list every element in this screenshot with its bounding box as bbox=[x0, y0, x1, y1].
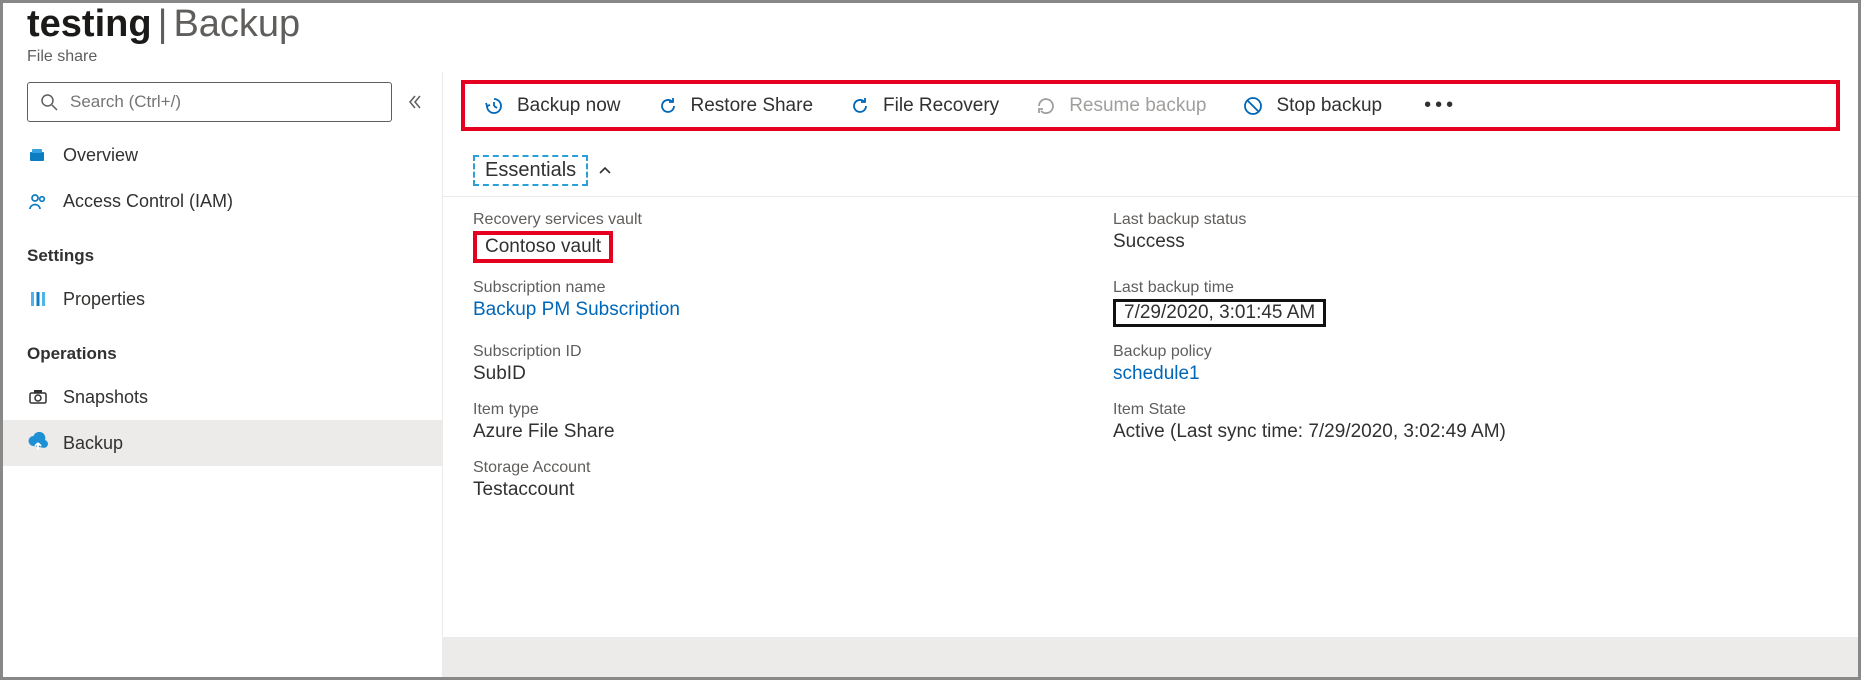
footer-bar bbox=[443, 637, 1858, 677]
sidebar-item-label: Properties bbox=[63, 289, 145, 310]
sidebar-item-access-control[interactable]: Access Control (IAM) bbox=[3, 178, 442, 224]
sidebar-item-label: Backup bbox=[63, 433, 123, 454]
toolbar-label: Stop backup bbox=[1276, 95, 1382, 117]
file-recovery-button[interactable]: File Recovery bbox=[849, 95, 999, 117]
people-icon bbox=[27, 190, 49, 212]
stop-icon bbox=[1242, 95, 1264, 117]
ess-subscription-id: Subscription ID SubID bbox=[473, 343, 1093, 385]
essentials-panel: Recovery services vault Contoso vault La… bbox=[443, 197, 1858, 513]
ess-backup-policy: Backup policy schedule1 bbox=[1113, 343, 1828, 385]
ess-recovery-vault: Recovery services vault Contoso vault bbox=[473, 211, 1093, 263]
ess-item-type: Item type Azure File Share bbox=[473, 401, 1093, 443]
restore-share-button[interactable]: Restore Share bbox=[657, 95, 814, 117]
ess-label: Last backup time bbox=[1113, 279, 1828, 297]
ess-label: Item State bbox=[1113, 401, 1828, 419]
backup-policy-link[interactable]: schedule1 bbox=[1113, 363, 1828, 385]
sidebar-item-properties[interactable]: Properties bbox=[3, 276, 442, 322]
ess-label: Item type bbox=[473, 401, 1093, 419]
sidebar-item-label: Overview bbox=[63, 145, 138, 166]
chevron-up-icon bbox=[598, 164, 612, 178]
page-title-sep: | bbox=[158, 3, 168, 46]
stop-backup-button[interactable]: Stop backup bbox=[1242, 95, 1382, 117]
file-recovery-icon bbox=[849, 95, 871, 117]
resume-icon bbox=[1035, 95, 1057, 117]
search-box[interactable] bbox=[27, 82, 392, 122]
page-title-main: testing bbox=[27, 3, 152, 46]
overview-icon bbox=[27, 144, 49, 166]
sidebar-section-operations: Operations bbox=[3, 322, 442, 374]
ess-value: SubID bbox=[473, 363, 1093, 385]
sidebar-section-settings: Settings bbox=[3, 224, 442, 276]
page-title-sub: Backup bbox=[173, 3, 300, 46]
backup-now-button[interactable]: Backup now bbox=[483, 95, 621, 117]
ess-subscription-name: Subscription name Backup PM Subscription bbox=[473, 279, 1093, 327]
search-input[interactable] bbox=[70, 92, 381, 112]
ess-label: Subscription ID bbox=[473, 343, 1093, 361]
ess-label: Last backup status bbox=[1113, 211, 1828, 229]
ess-last-backup-time: Last backup time 7/29/2020, 3:01:45 AM bbox=[1113, 279, 1828, 327]
essentials-heading: Essentials bbox=[473, 155, 588, 186]
ess-value: Testaccount bbox=[473, 479, 1093, 501]
sidebar-collapse-button[interactable] bbox=[406, 93, 424, 111]
ess-item-state: Item State Active (Last sync time: 7/29/… bbox=[1113, 401, 1828, 443]
toolbar-label: Restore Share bbox=[691, 95, 814, 117]
properties-icon bbox=[27, 288, 49, 310]
ess-label: Subscription name bbox=[473, 279, 1093, 297]
sidebar-item-snapshots[interactable]: Snapshots bbox=[3, 374, 442, 420]
ess-value: Success bbox=[1113, 231, 1828, 253]
subscription-link[interactable]: Backup PM Subscription bbox=[473, 299, 1093, 321]
toolbar-more-button[interactable]: ••• bbox=[1418, 94, 1463, 117]
sidebar: Overview Access Control (IAM) Settings P… bbox=[3, 72, 443, 677]
ess-label: Recovery services vault bbox=[473, 211, 1093, 229]
ess-value: Active (Last sync time: 7/29/2020, 3:02:… bbox=[1113, 421, 1828, 443]
ess-label: Storage Account bbox=[473, 459, 1093, 477]
ess-last-backup-status: Last backup status Success bbox=[1113, 211, 1828, 263]
toolbar: Backup now Restore Share File Recovery bbox=[461, 80, 1840, 131]
page-header: testing | Backup File share bbox=[3, 3, 1858, 72]
ess-value-recovery-vault: Contoso vault bbox=[473, 231, 613, 263]
toolbar-label: Resume backup bbox=[1069, 95, 1206, 117]
toolbar-label: File Recovery bbox=[883, 95, 999, 117]
page-subtitle: File share bbox=[27, 48, 1858, 66]
backup-now-icon bbox=[483, 95, 505, 117]
ess-value: Azure File Share bbox=[473, 421, 1093, 443]
sidebar-item-backup[interactable]: Backup bbox=[3, 420, 442, 466]
sidebar-item-label: Snapshots bbox=[63, 387, 148, 408]
toolbar-label: Backup now bbox=[517, 95, 621, 117]
resume-backup-button: Resume backup bbox=[1035, 95, 1206, 117]
snapshot-icon bbox=[27, 386, 49, 408]
essentials-toggle[interactable]: Essentials bbox=[443, 139, 1858, 197]
sidebar-item-overview[interactable]: Overview bbox=[3, 132, 442, 178]
ess-label: Backup policy bbox=[1113, 343, 1828, 361]
ess-value-last-backup-time: 7/29/2020, 3:01:45 AM bbox=[1113, 299, 1326, 327]
search-icon bbox=[38, 91, 60, 113]
ess-storage-account: Storage Account Testaccount bbox=[473, 459, 1093, 501]
sidebar-item-label: Access Control (IAM) bbox=[63, 191, 233, 212]
backup-icon bbox=[27, 432, 49, 454]
restore-icon bbox=[657, 95, 679, 117]
main-content: Backup now Restore Share File Recovery bbox=[443, 72, 1858, 677]
